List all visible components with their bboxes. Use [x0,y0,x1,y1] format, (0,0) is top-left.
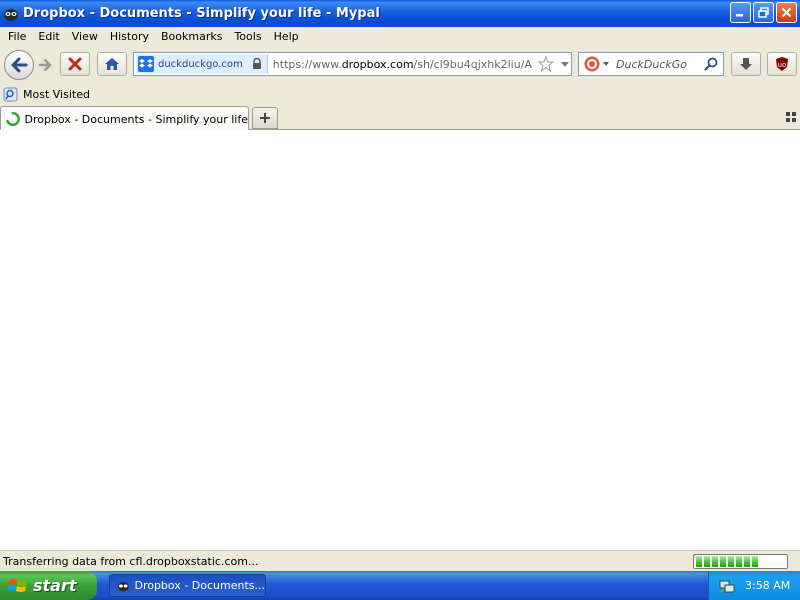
progress-segment [744,556,750,567]
windows-logo-icon [8,578,27,592]
tab-strip: Dropbox - Documents - Simplify your life [0,105,800,131]
progress-segment [752,556,758,567]
bookmark-star-icon[interactable] [538,56,555,72]
ublock-button[interactable]: uo [767,52,797,76]
menu-bar: File Edit View History Bookmarks Tools H… [0,27,800,46]
close-window-button[interactable] [776,2,797,23]
dropbox-favicon-icon [138,56,154,72]
tab-dropbox[interactable]: Dropbox - Documents - Simplify your life [0,106,249,131]
window-titlebar[interactable]: Dropbox - Documents - Simplify your life… [0,0,800,27]
back-arrow-icon [11,57,28,73]
close-icon [781,7,792,18]
menu-history[interactable]: History [104,30,155,43]
stop-button[interactable] [60,52,90,76]
progress-segment [728,556,734,567]
duckduckgo-engine-icon[interactable] [584,56,600,72]
svg-text:uo: uo [778,61,787,69]
search-icon[interactable] [704,57,718,71]
progress-segment [712,556,718,567]
start-label: start [33,576,77,595]
menu-help[interactable]: Help [268,30,305,43]
network-tray-icon[interactable] [719,578,735,594]
restore-button[interactable] [753,2,774,23]
search-bar[interactable]: DuckDuckGo [578,52,724,76]
url-text[interactable]: https://www.dropbox.com/sh/cl9bu4qjxhk2l… [273,58,532,71]
url-domain: dropbox.com [341,57,414,71]
navigation-toolbar: duckduckgo.com https://www.dropbox.com/s… [0,46,800,84]
windows-taskbar: start Dropbox - Documents... 3:58 AM [0,571,800,600]
minimize-icon [736,14,743,17]
taskbar-item-dropbox[interactable]: Dropbox - Documents... [109,574,266,597]
status-text: Transferring data from cfl.dropboxstatic… [3,554,259,568]
new-tab-button[interactable] [252,107,278,129]
mypal-taskbar-icon [117,581,129,591]
url-dropdown-icon[interactable] [559,58,571,70]
page-content[interactable] [0,130,800,550]
loading-spinner-icon [6,111,20,126]
identity-site-label: duckduckgo.com [158,58,243,70]
menu-tools[interactable]: Tools [228,30,267,43]
start-button[interactable]: start [0,571,97,600]
restore-icon [758,7,769,18]
forward-arrow-icon [38,59,52,71]
tab-label: Dropbox - Documents - Simplify your life [24,112,248,126]
system-tray: 3:58 AM [708,571,800,600]
progress-segment [720,556,726,567]
loading-progress-bar [693,554,788,569]
progress-segment [696,556,702,567]
site-identity-button[interactable]: duckduckgo.com [136,54,268,74]
tab-list-icon[interactable] [786,112,796,122]
taskbar-item-label: Dropbox - Documents... [134,579,265,592]
url-prefix: https://www. [272,57,342,71]
mypal-app-icon [4,8,18,21]
search-input[interactable]: DuckDuckGo [616,58,704,71]
engine-dropdown-icon[interactable] [602,60,610,68]
bookmarks-toolbar: Most Visited [0,84,800,105]
minimize-button[interactable] [730,2,751,23]
plus-icon [260,113,270,123]
menu-view[interactable]: View [66,30,104,43]
most-visited-folder-icon [3,87,18,102]
progress-segment [736,556,742,567]
most-visited-bookmark[interactable]: Most Visited [23,88,90,101]
ublock-shield-icon: uo [776,57,788,71]
menu-file[interactable]: File [2,30,32,43]
taskbar-clock[interactable]: 3:58 AM [745,579,790,592]
forward-button[interactable] [34,55,56,75]
menu-edit[interactable]: Edit [32,30,65,43]
home-button[interactable] [97,52,127,76]
home-icon [105,58,119,70]
menu-bookmarks[interactable]: Bookmarks [155,30,228,43]
back-button[interactable] [4,50,34,80]
url-path: /sh/cl9bu4qjxhk2liu/AAAem [413,57,533,71]
stop-icon [68,57,82,71]
download-arrow-icon [740,57,752,70]
window-title: Dropbox - Documents - Simplify your life… [23,6,380,21]
downloads-button[interactable] [731,52,761,76]
url-bar[interactable]: duckduckgo.com https://www.dropbox.com/s… [133,52,572,76]
lock-icon [252,58,261,69]
status-bar: Transferring data from cfl.dropboxstatic… [0,550,800,571]
progress-segment [704,556,710,567]
